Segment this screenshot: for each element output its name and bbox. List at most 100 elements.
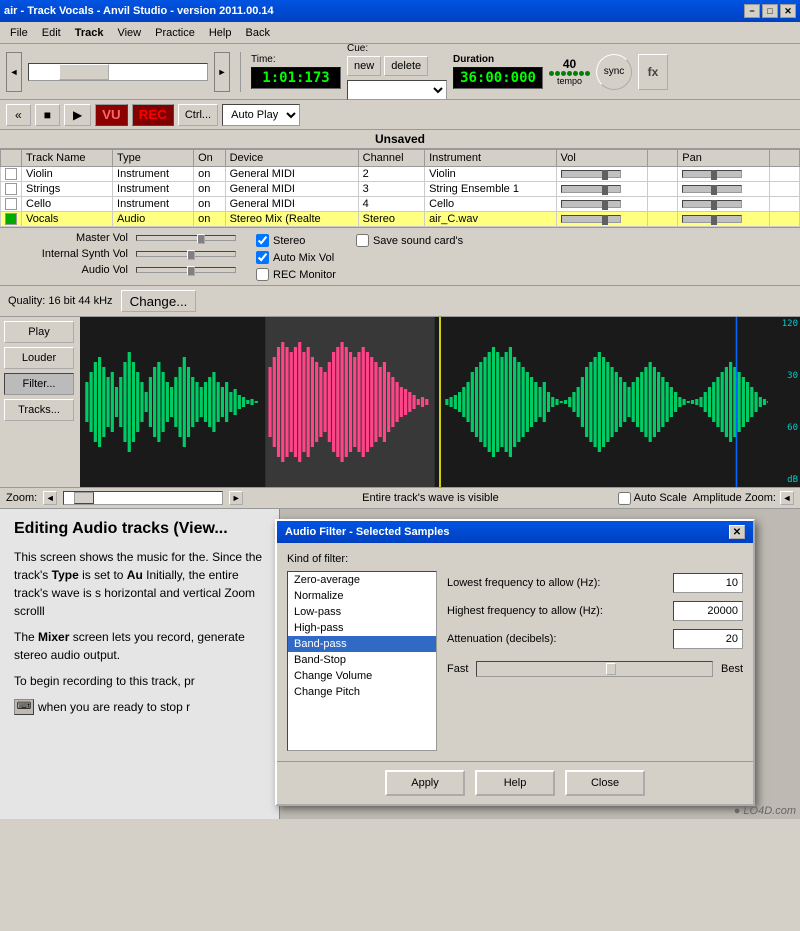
auto-mix-checkbox[interactable] [256,251,269,264]
fast-label: Fast [447,663,468,675]
waveform-controls: Play Louder Filter... Tracks... [0,317,80,487]
row-type: Audio [113,212,194,227]
quality-slider[interactable] [476,661,713,677]
dialog-buttons: Apply Help Close [277,761,753,804]
filter-item-change-volume[interactable]: Change Volume [288,668,436,684]
row-channel: 3 [358,182,424,197]
row-device: General MIDI [225,182,358,197]
toolbar: ◄ ► Time: 1:01:173 Cue: new delete Durat… [0,44,800,100]
filter-item-band-pass[interactable]: Band-pass [288,636,436,652]
table-row[interactable]: Vocals Audio on Stereo Mix (Realte Stere… [1,212,800,227]
sync-button[interactable]: sync [596,54,632,90]
ctrl-button[interactable]: Ctrl... [178,104,218,126]
row-on: on [194,182,225,197]
rec-monitor-checkbox[interactable] [256,268,269,281]
scroll-left-arrow[interactable]: ◄ [6,52,22,92]
row-track-name: Vocals [22,212,113,227]
row-instrument: air_C.wav [425,212,556,227]
filter-item-normalize[interactable]: Normalize [288,588,436,604]
help-button[interactable]: Help [475,770,555,796]
row-type: Instrument [113,182,194,197]
quality-text: Quality: 16 bit 44 kHz [8,295,113,307]
menu-back[interactable]: Back [239,25,275,41]
filter-item-high-pass[interactable]: High-pass [288,620,436,636]
attenuation-input[interactable] [673,629,743,649]
filter-item-change-pitch[interactable]: Change Pitch [288,684,436,700]
row-pan-right [770,167,800,182]
table-row[interactable]: Cello Instrument on General MIDI 4 Cello [1,197,800,212]
quality-slider-row: Fast Best [447,661,743,677]
auto-scale-text: Auto Scale [634,492,687,504]
position-scrollbar[interactable] [28,63,208,81]
cue-new-button[interactable]: new [347,56,381,76]
filter-item-low-pass[interactable]: Low-pass [288,604,436,620]
play-wave-button[interactable]: Play [4,321,74,343]
menu-help[interactable]: Help [203,25,238,41]
menu-edit[interactable]: Edit [36,25,67,41]
stereo-checkbox[interactable] [256,234,269,247]
db-label-120: 120 [768,319,798,329]
cue-select[interactable] [347,80,447,100]
cue-delete-button[interactable]: delete [384,56,428,76]
table-row[interactable]: Strings Instrument on General MIDI 3 Str… [1,182,800,197]
fx-icon: fx [648,65,659,79]
tempo-number: 40 [563,57,576,71]
highest-freq-row: Highest frequency to allow (Hz): [447,601,743,621]
stop-button[interactable]: ■ [35,104,60,126]
dialog-content: Kind of filter: Zero-average Normalize L… [277,543,753,761]
row-track-name: Strings [22,182,113,197]
close-window-button[interactable]: ✕ [780,4,796,18]
audio-vol-label: Audio Vol [8,264,128,276]
menu-bar: File Edit Track View Practice Help Back [0,22,800,44]
col-channel: Channel [358,150,424,167]
row-instrument: Violin [425,167,556,182]
internal-synth-row: Internal Synth Vol [8,248,236,260]
rewind-button[interactable]: « [6,104,31,126]
filter-item-zero-average[interactable]: Zero-average [288,572,436,588]
scroll-right-arrow[interactable]: ► [214,52,230,92]
save-sound-label: Save sound card's [373,235,463,247]
row-instrument: Cello [425,197,556,212]
change-button[interactable]: Change... [121,290,197,312]
zoom-visible-text: Entire track's wave is visible [249,492,611,504]
vu-button[interactable]: VU [95,104,128,126]
apply-button[interactable]: Apply [385,770,465,796]
menu-view[interactable]: View [111,25,147,41]
row-indicator [1,182,22,197]
auto-scale-checkbox[interactable] [618,492,631,505]
col-type: Type [113,150,194,167]
filter-list[interactable]: Zero-average Normalize Low-pass High-pas… [287,571,437,751]
time-group: Time: 1:01:173 [251,54,341,89]
row-channel: Stereo [358,212,424,227]
col-on: On [194,150,225,167]
amplitude-zoom-label: Amplitude Zoom: ◄ [693,491,794,505]
zoom-label: Zoom: [6,492,37,504]
menu-file[interactable]: File [4,25,34,41]
louder-button[interactable]: Louder [4,347,74,369]
filter-button[interactable]: Filter... [4,373,74,395]
lower-area: Editing Audio tracks (View... This scree… [0,509,800,819]
rec-button[interactable]: REC [132,104,174,126]
close-dialog-button[interactable]: Close [565,770,645,796]
minimize-button[interactable]: − [744,4,760,18]
amplitude-zoom-arrow[interactable]: ◄ [780,491,794,505]
tracks-button[interactable]: Tracks... [4,399,74,421]
maximize-button[interactable]: □ [762,4,778,18]
zoom-scrollbar[interactable] [63,491,223,505]
save-sound-checkbox[interactable] [356,234,369,247]
dialog-close-button[interactable]: ✕ [729,525,745,539]
fx-button[interactable]: fx [638,54,668,90]
waveform-canvas: 1:01:000 [80,317,800,487]
menu-practice[interactable]: Practice [149,25,201,41]
zoom-left-arrow[interactable]: ◄ [43,491,57,505]
autoplay-select[interactable]: Auto Play Manual Loop [222,104,300,126]
filter-item-band-stop[interactable]: Band-Stop [288,652,436,668]
menu-track[interactable]: Track [69,25,110,41]
table-row[interactable]: Violin Instrument on General MIDI 2 Viol… [1,167,800,182]
duration-label: Duration [453,54,543,65]
play-button[interactable]: ▶ [64,104,91,126]
zoom-right-arrow[interactable]: ► [229,491,243,505]
highest-freq-input[interactable] [673,601,743,621]
lowest-freq-input[interactable] [673,573,743,593]
col-pan-bar [770,150,800,167]
